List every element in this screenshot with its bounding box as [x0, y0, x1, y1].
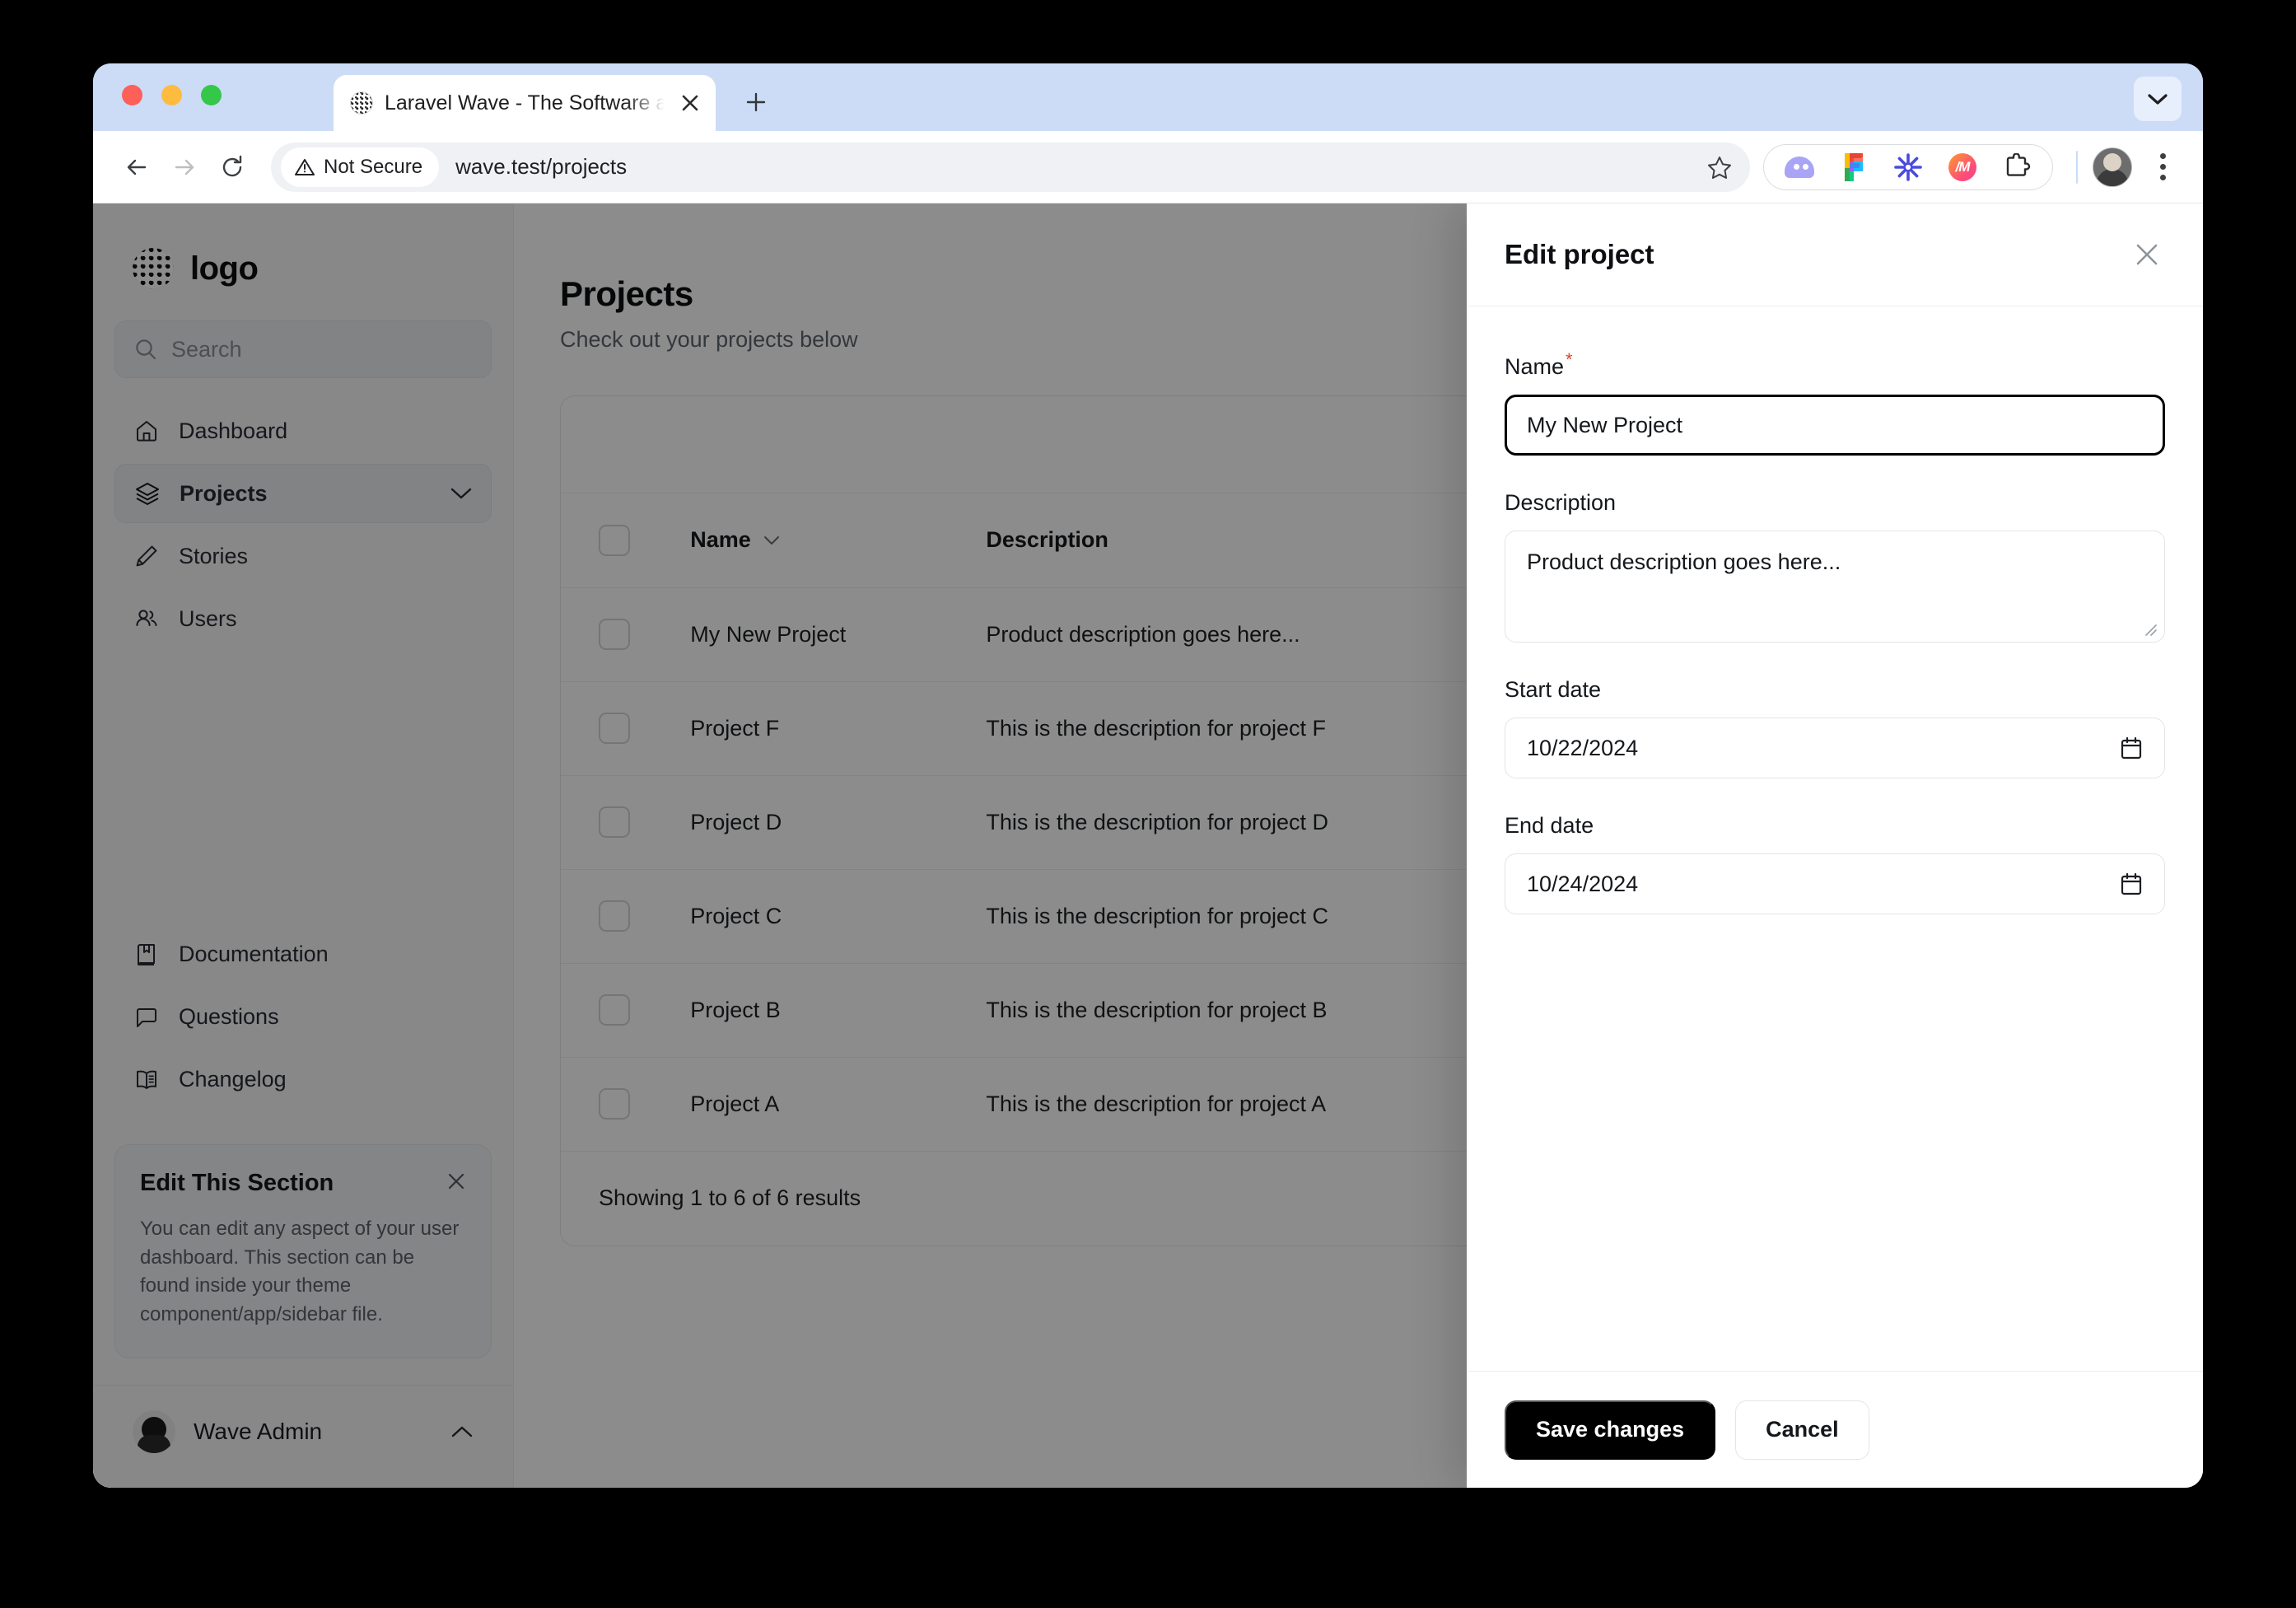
cancel-button[interactable]: Cancel: [1735, 1400, 1869, 1460]
field-label-end-date: End date: [1505, 813, 1594, 839]
save-changes-button[interactable]: Save changes: [1505, 1400, 1715, 1460]
browser-window: Laravel Wave - The Software a: [93, 63, 2203, 1488]
forward-button[interactable]: [161, 143, 208, 191]
edit-project-panel: Edit project Name* My New Project Descri…: [1467, 203, 2203, 1488]
browser-tab[interactable]: Laravel Wave - The Software a: [334, 75, 716, 131]
close-icon[interactable]: [2129, 236, 2165, 273]
url-text: wave.test/projects: [455, 154, 627, 180]
back-button[interactable]: [113, 143, 161, 191]
calendar-icon[interactable]: [2120, 736, 2143, 760]
field-label-description: Description: [1505, 490, 1616, 516]
field-label-text: Name: [1505, 354, 1564, 379]
end-date-input[interactable]: 10/24/2024: [1505, 853, 2165, 914]
close-icon[interactable]: [676, 89, 704, 117]
figma-extension-icon[interactable]: [1838, 152, 1869, 183]
security-status-chip[interactable]: Not Secure: [281, 147, 439, 187]
kebab-menu-icon[interactable]: [2142, 147, 2183, 188]
required-asterisk: *: [1566, 349, 1573, 370]
field-label-name: Name*: [1505, 349, 1573, 380]
warning-triangle-icon: [294, 157, 315, 178]
close-window-button[interactable]: [122, 85, 142, 105]
asterisk-extension-icon[interactable]: [1892, 152, 1924, 183]
tab-title: Laravel Wave - The Software a: [385, 91, 665, 115]
panel-footer: Save changes Cancel: [1467, 1371, 2203, 1488]
field-description: Description Product description goes her…: [1505, 490, 2165, 643]
browser-toolbar: Not Secure wave.test/projects: [93, 131, 2203, 203]
page-viewport: logo Search Dashboard: [93, 203, 2203, 1488]
star-icon[interactable]: [1701, 148, 1738, 186]
maximize-window-button[interactable]: [201, 85, 222, 105]
description-value: Product description goes here...: [1527, 549, 1841, 574]
profile-avatar[interactable]: [2093, 147, 2132, 187]
new-tab-button[interactable]: [737, 83, 775, 121]
start-date-value: 10/22/2024: [1527, 736, 1638, 761]
end-date-value: 10/24/2024: [1527, 872, 1638, 897]
field-label-start-date: Start date: [1505, 677, 1601, 703]
extensions-pill: /M: [1763, 144, 2053, 190]
tab-list-button[interactable]: [2134, 77, 2182, 121]
ghost-extension-icon[interactable]: [1784, 152, 1815, 183]
circle-gradient-extension-icon[interactable]: /M: [1947, 152, 1978, 183]
security-status-label: Not Secure: [324, 156, 422, 179]
toolbar-divider: [2076, 151, 2078, 184]
panel-title: Edit project: [1505, 239, 1654, 270]
browser-tab-strip: Laravel Wave - The Software a: [93, 63, 2203, 131]
minimize-window-button[interactable]: [161, 85, 182, 105]
field-name: Name* My New Project: [1505, 349, 2165, 456]
panel-body: Name* My New Project Description Product…: [1467, 306, 2203, 1371]
start-date-input[interactable]: 10/22/2024: [1505, 718, 2165, 778]
dotted-sphere-favicon: [350, 91, 373, 115]
calendar-icon[interactable]: [2120, 872, 2143, 896]
puzzle-piece-icon[interactable]: [2001, 152, 2032, 183]
resize-handle[interactable]: [2141, 620, 2158, 637]
field-end-date: End date 10/24/2024: [1505, 813, 2165, 914]
field-start-date: Start date 10/22/2024: [1505, 677, 2165, 778]
reload-button[interactable]: [208, 143, 256, 191]
address-bar[interactable]: Not Secure wave.test/projects: [271, 143, 1750, 192]
name-input[interactable]: My New Project: [1505, 395, 2165, 456]
panel-header: Edit project: [1467, 203, 2203, 306]
window-controls: [122, 85, 222, 105]
description-textarea[interactable]: Product description goes here...: [1505, 531, 2165, 643]
name-input-value: My New Project: [1527, 413, 1682, 438]
